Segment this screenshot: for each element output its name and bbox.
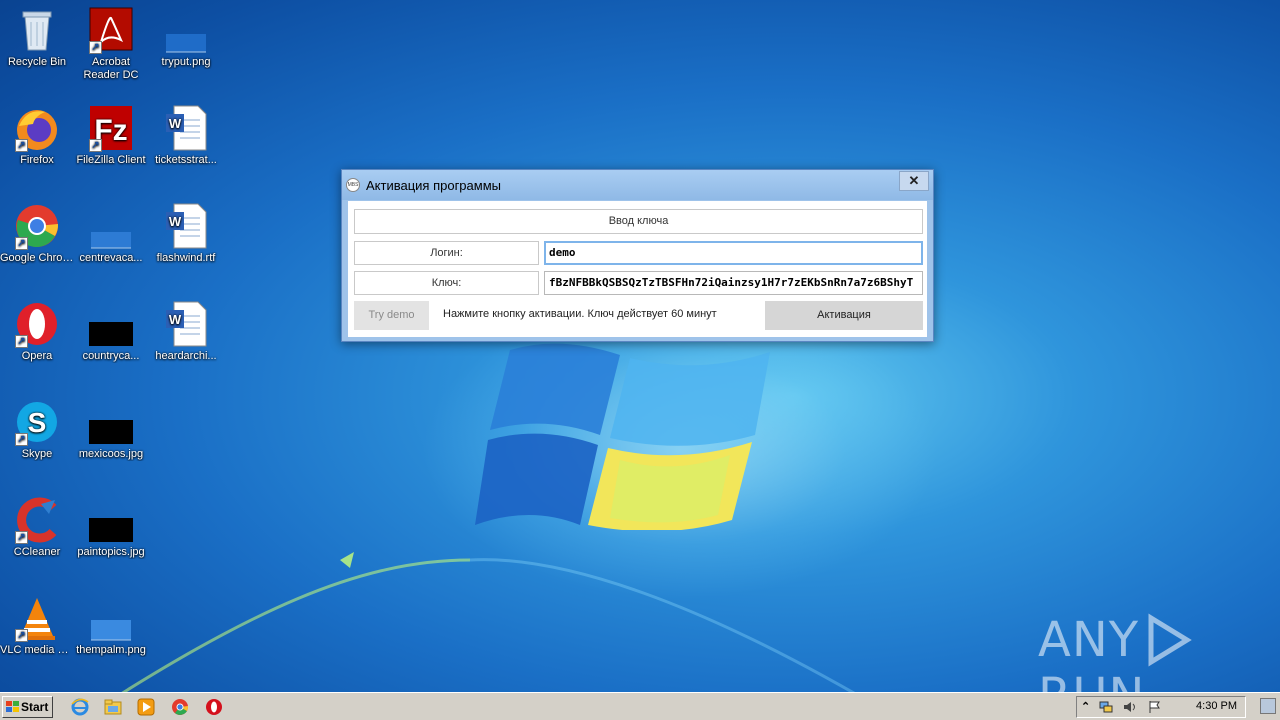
dialog-title: Активация программы — [366, 178, 501, 193]
desktop-icon-label: FileZilla Client — [76, 154, 146, 166]
opera-icon[interactable] — [205, 698, 223, 716]
desktop-icon-label: Recycle Bin — [7, 56, 67, 68]
word-doc-icon: W — [166, 105, 207, 151]
desktop-icon-centrevaca[interactable]: centrevaca... — [74, 202, 148, 265]
svg-text:W: W — [169, 214, 182, 229]
image-file-icon — [166, 34, 206, 53]
login-field[interactable]: demo — [544, 241, 923, 265]
shortcut-arrow-icon: ↗ — [15, 531, 28, 544]
watermark-text-left: ANY — [1038, 612, 1140, 668]
desktop-icon-label: heardarchi... — [155, 350, 217, 362]
close-button[interactable]: ✕ — [899, 171, 929, 191]
try-demo-button[interactable]: Try demo — [354, 301, 429, 330]
play-icon — [1148, 613, 1192, 667]
desktop-icon-filezilla[interactable]: Fz ↗ FileZilla Client — [74, 104, 148, 167]
desktop-icon-label: centrevaca... — [79, 252, 143, 264]
network-icon[interactable] — [1099, 700, 1113, 714]
image-file-icon — [91, 620, 131, 641]
action-center-flag-icon[interactable] — [1147, 700, 1161, 714]
desktop-icon-label: thempalm.png — [76, 644, 146, 656]
taskbar: Start ⌃ 4:30 PM — [0, 692, 1280, 720]
image-file-icon — [89, 420, 133, 444]
desktop-icon-heardarchi[interactable]: W heardarchi... — [149, 300, 223, 363]
show-hidden-icons-icon[interactable]: ⌃ — [1081, 700, 1095, 714]
desktop-icon-vlc[interactable]: ↗ VLC media player — [0, 594, 74, 657]
desktop-icon-label: paintopics.jpg — [77, 546, 145, 558]
shortcut-arrow-icon: ↗ — [15, 433, 28, 446]
desktop-icon-label: CCleaner — [13, 546, 61, 558]
activate-button[interactable]: Активация — [765, 301, 923, 330]
shortcut-arrow-icon: ↗ — [15, 335, 28, 348]
explorer-icon[interactable] — [104, 698, 122, 716]
desktop-icon-skype[interactable]: S ↗ Skype — [0, 398, 74, 461]
desktop-icon-tryput[interactable]: tryput.png — [149, 6, 223, 69]
desktop-icon-label: mexicoos.jpg — [78, 448, 144, 460]
desktop-icon-acrobat[interactable]: ↗ Acrobat Reader DC — [74, 6, 148, 82]
shortcut-arrow-icon: ↗ — [15, 237, 28, 250]
dialog-body: Ввод ключа Логин: demo Ключ: fBzNFBBkQSB… — [348, 201, 927, 337]
desktop-icon-label: VLC media player — [0, 644, 74, 656]
key-field[interactable]: fBzNFBBkQSBSQzTzTBSFHn72iQainzsy1H7r7zEK… — [544, 271, 923, 295]
volume-icon[interactable] — [1123, 700, 1137, 714]
shortcut-arrow-icon: ↗ — [89, 139, 102, 152]
desktop-icon-label: countryca... — [82, 350, 140, 362]
desktop-icon-thempalm[interactable]: thempalm.png — [74, 594, 148, 657]
desktop-icon-recycle-bin[interactable]: Recycle Bin — [0, 6, 74, 69]
key-label: Ключ: — [354, 271, 539, 295]
desktop-icon-ccleaner[interactable]: ↗ CCleaner — [0, 496, 74, 559]
word-doc-icon: W — [166, 203, 207, 249]
svg-text:W: W — [169, 116, 182, 131]
show-desktop-button[interactable] — [1260, 698, 1276, 714]
shortcut-arrow-icon: ↗ — [89, 41, 102, 54]
chrome-icon[interactable] — [171, 698, 189, 716]
activation-dialog: MBS Активация программы ✕ Ввод ключа Лог… — [341, 169, 934, 342]
key-entry-header: Ввод ключа — [354, 209, 923, 234]
desktop-icon-paintopics[interactable]: paintopics.jpg — [74, 496, 148, 559]
activation-hint: Нажмите кнопку активации. Ключ действует… — [443, 308, 717, 320]
desktop-icon-countryca[interactable]: countryca... — [74, 300, 148, 363]
desktop-icon-label: Acrobat Reader DC — [83, 56, 139, 81]
svg-text:S: S — [28, 407, 47, 438]
app-logo-icon: MBS — [346, 178, 360, 192]
desktop-icon-firefox[interactable]: ↗ Firefox — [0, 104, 74, 167]
login-label: Логин: — [354, 241, 539, 265]
image-file-icon — [89, 518, 133, 542]
desktop-icon-label: tryput.png — [161, 56, 211, 68]
media-player-icon[interactable] — [137, 698, 155, 716]
image-file-icon — [89, 322, 133, 346]
shortcut-arrow-icon: ↗ — [15, 629, 28, 642]
desktop-icon-chrome[interactable]: ↗ Google Chrome — [0, 202, 74, 265]
close-icon: ✕ — [908, 173, 920, 188]
svg-text:W: W — [169, 312, 182, 327]
start-button[interactable]: Start — [2, 696, 53, 718]
desktop-icon-label: ticketsstrat... — [155, 154, 217, 166]
desktop-icon-label: flashwind.rtf — [156, 252, 216, 264]
clock-time[interactable]: 4:30 PM — [1196, 700, 1237, 712]
desktop-icon-label: Skype — [21, 448, 53, 460]
dialog-titlebar[interactable]: MBS Активация программы ✕ — [342, 170, 933, 200]
start-label: Start — [21, 700, 49, 714]
windows-flag-icon — [6, 701, 19, 712]
shortcut-arrow-icon: ↗ — [15, 139, 28, 152]
windows-logo — [475, 343, 770, 530]
desktop-icon-opera[interactable]: ↗ Opera — [0, 300, 74, 363]
desktop-icon-label: Firefox — [20, 154, 54, 166]
word-doc-icon: W — [166, 301, 207, 347]
desktop-icon-mexicoos[interactable]: mexicoos.jpg — [74, 398, 148, 461]
desktop-icon-ticketsstrat[interactable]: W ticketsstrat... — [149, 104, 223, 167]
recycle-bin-icon — [22, 11, 52, 51]
ie-icon[interactable] — [71, 698, 89, 716]
image-file-icon — [91, 232, 131, 249]
desktop-icon-label: Opera — [21, 350, 53, 362]
desktop-icon-label: Google Chrome — [0, 252, 74, 264]
desktop-icon-flashwind[interactable]: W flashwind.rtf — [149, 202, 223, 265]
system-tray: ⌃ 4:30 PM — [1076, 696, 1246, 718]
